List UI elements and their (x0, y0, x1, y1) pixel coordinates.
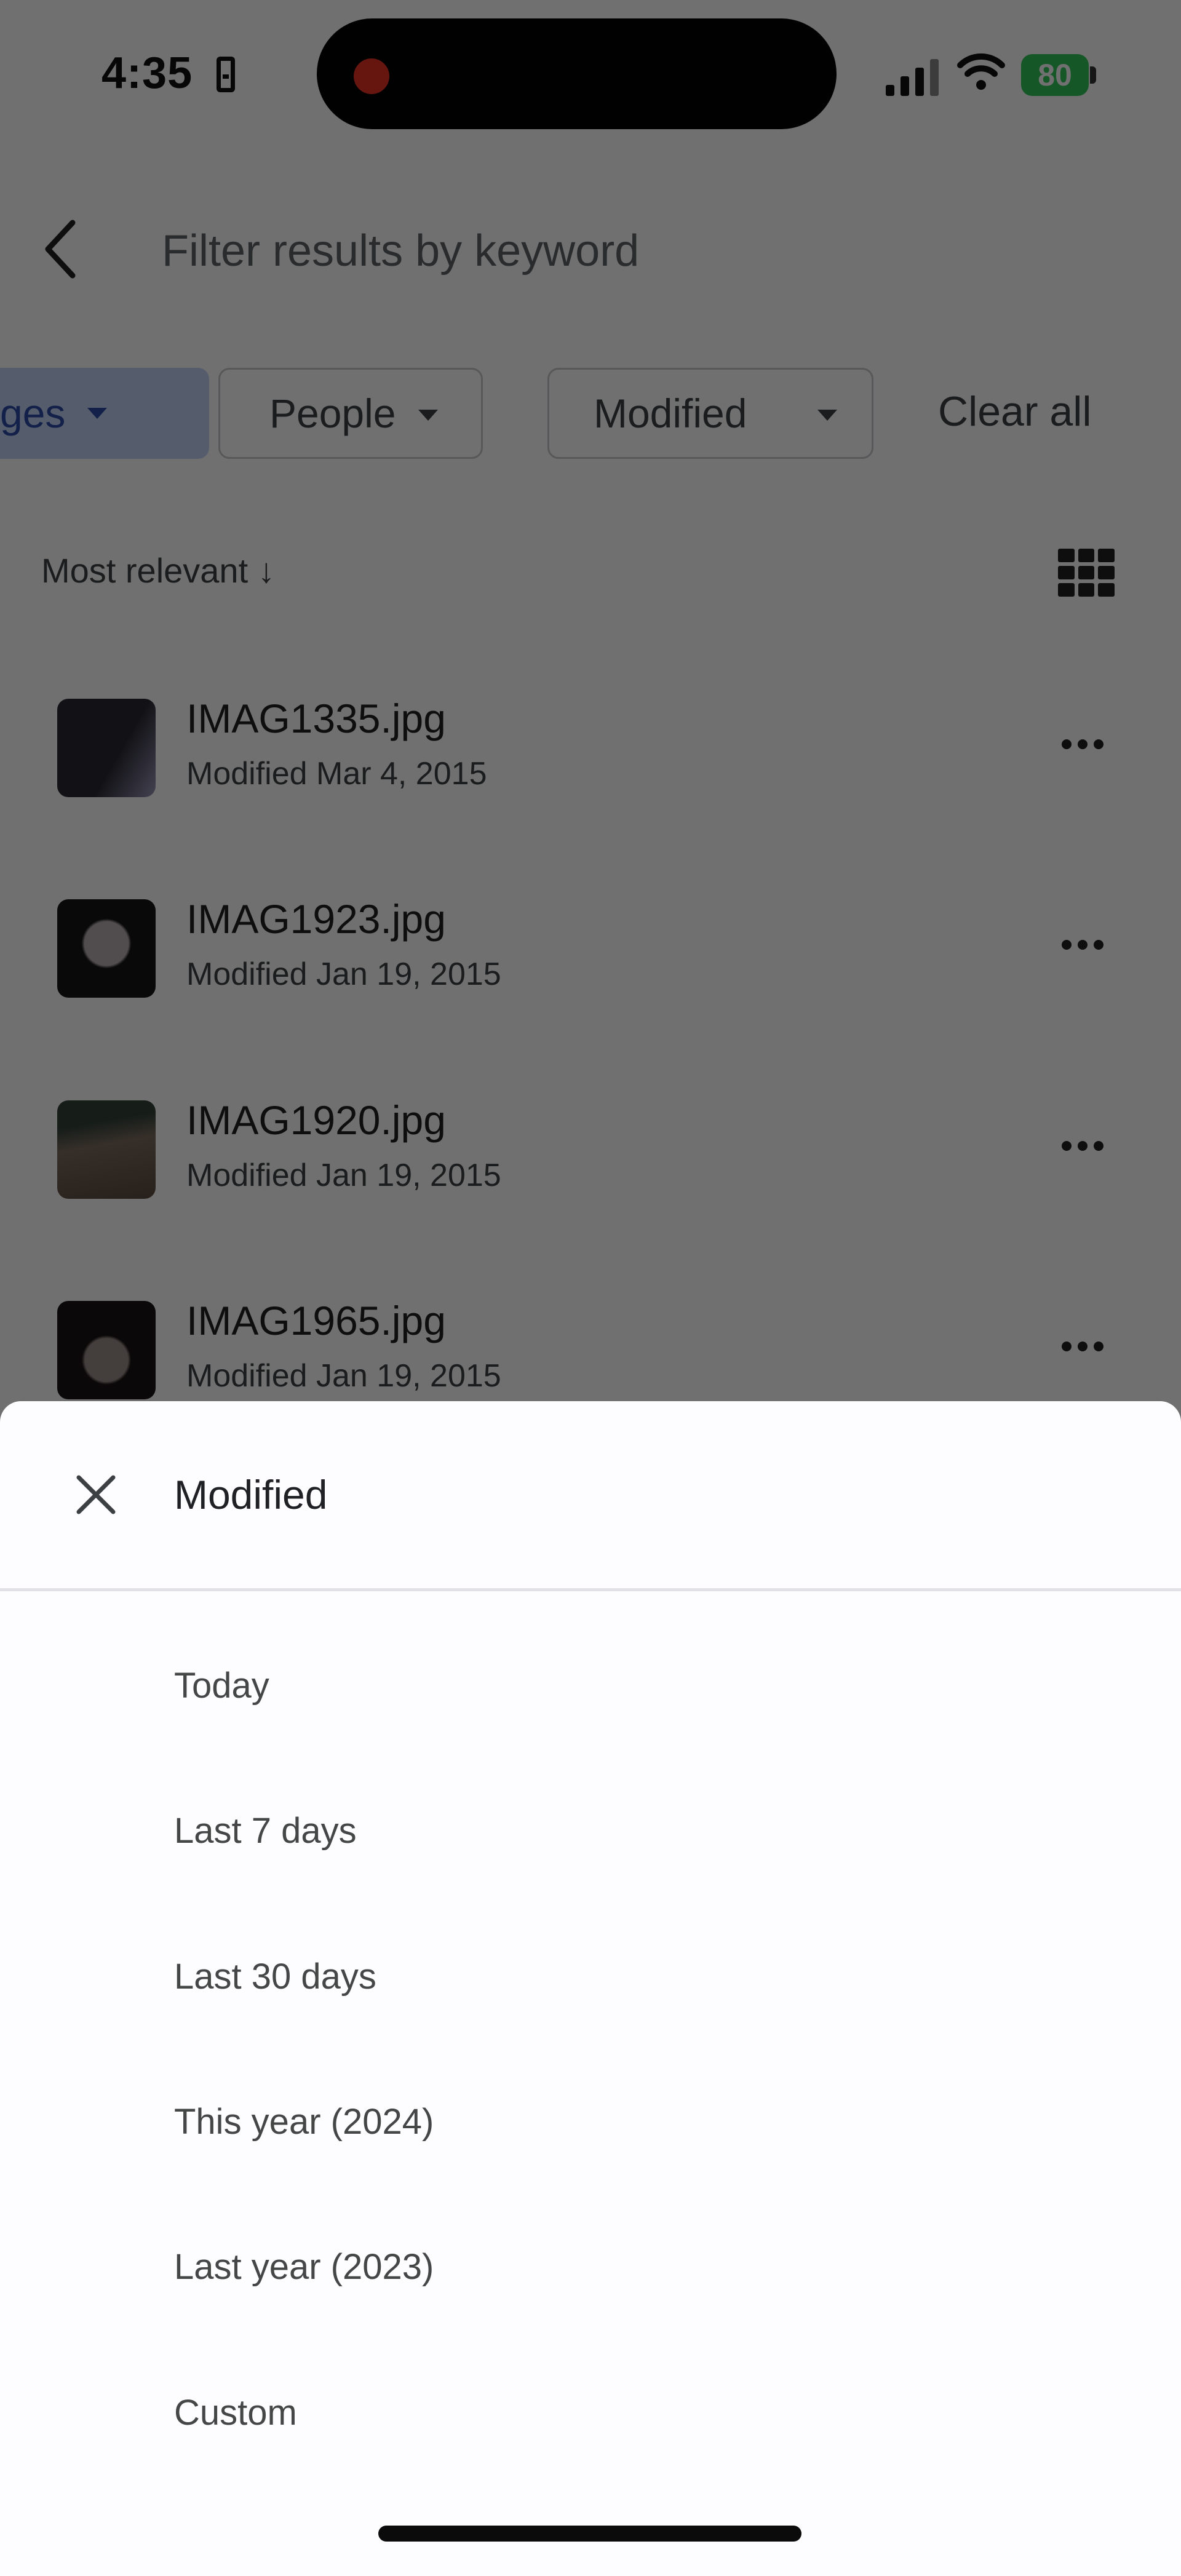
option-today[interactable]: Today (0, 1613, 1181, 1759)
option-last-year[interactable]: Last year (2023) (0, 2195, 1181, 2340)
sheet-divider (0, 1588, 1181, 1591)
home-indicator[interactable] (378, 2526, 801, 2542)
option-this-year[interactable]: This year (2024) (0, 2049, 1181, 2195)
option-label: Last 7 days (174, 1811, 357, 1851)
option-label: Last year (2023) (174, 2247, 434, 2287)
option-label: Today (174, 1666, 269, 1706)
option-last-30-days[interactable]: Last 30 days (0, 1904, 1181, 2049)
option-label: Custom (174, 2393, 297, 2433)
close-icon[interactable] (73, 1471, 119, 1518)
app-screen: 4:35 80 ges People Modified Clear all Mo… (0, 0, 1181, 2576)
option-last-7-days[interactable]: Last 7 days (0, 1759, 1181, 1904)
option-label: Last 30 days (174, 1957, 376, 1997)
option-label: This year (2024) (174, 2102, 434, 2142)
option-custom[interactable]: Custom (0, 2340, 1181, 2486)
sheet-title: Modified (174, 1472, 328, 1517)
